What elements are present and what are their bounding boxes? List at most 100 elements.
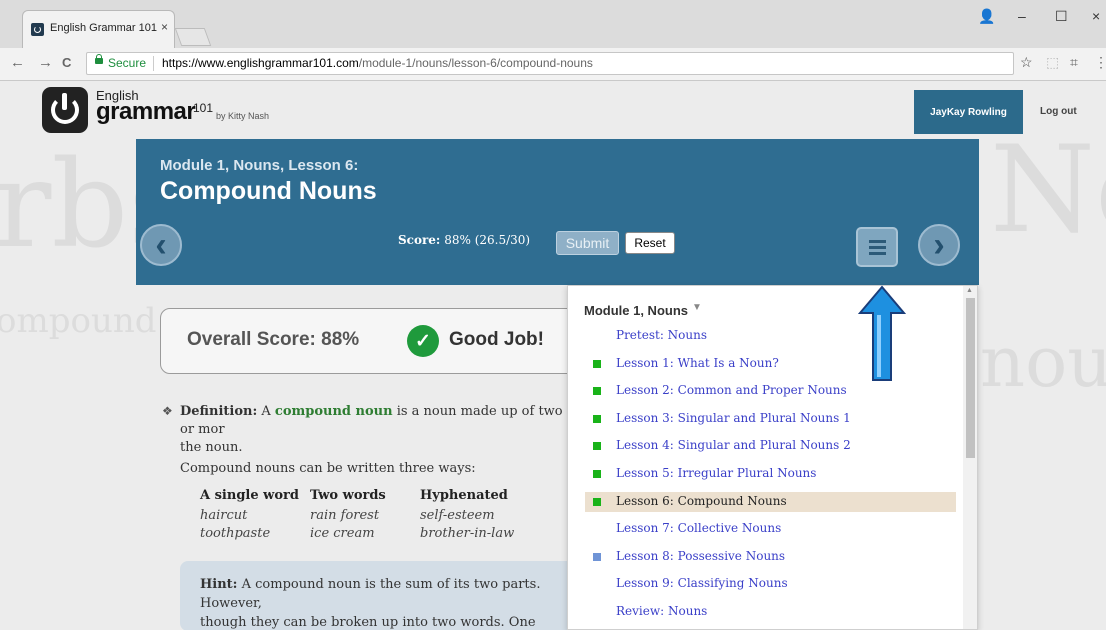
- url-text[interactable]: https://www.englishgrammar101.com/module…: [162, 56, 593, 70]
- forward-button[interactable]: →: [38, 54, 53, 71]
- url-path: /module-1/nouns/lesson-6/compound-nouns: [358, 56, 593, 70]
- hint-box: Hint: A compound noun is the sum of its …: [180, 561, 580, 630]
- address-divider: [153, 56, 154, 71]
- browser-tab[interactable]: English Grammar 101 - N ×: [22, 10, 175, 48]
- definition-label: Definition:: [180, 404, 258, 419]
- maximize-button[interactable]: ☐: [1055, 8, 1068, 25]
- logo-101: 101: [193, 101, 214, 115]
- next-lesson-button[interactable]: ›: [918, 224, 960, 266]
- definition-term: compound noun: [274, 404, 393, 419]
- complete-status-icon: [593, 470, 601, 478]
- example-word: toothpaste: [200, 526, 271, 541]
- browser-tabstrip: English Grammar 101 - N × 👤 – ☐ ×: [0, 0, 1106, 48]
- menu-item-label: Lesson 1: What Is a Noun?: [616, 355, 779, 370]
- background-watermark: ompound: [0, 301, 157, 341]
- ways-header-hyphenated: Hyphenated: [420, 488, 508, 503]
- site-viewport: rbs ompound No nou English grammar 101 b…: [0, 81, 1106, 630]
- ways-intro: Compound nouns can be written three ways…: [180, 461, 476, 476]
- complete-status-icon: [593, 387, 601, 396]
- previous-lesson-button[interactable]: ‹: [140, 224, 182, 266]
- hamburger-icon-line: [869, 246, 886, 249]
- definition-line2: the noun.: [180, 440, 243, 455]
- power-icon-bar: [62, 93, 67, 110]
- menu-item[interactable]: Lesson 9: Classifying Nouns: [585, 574, 956, 594]
- menu-item[interactable]: Lesson 8: Possessive Nouns: [585, 547, 956, 567]
- lesson-menu-button[interactable]: [856, 227, 898, 267]
- example-word: ice cream: [310, 526, 375, 541]
- overall-score-text: Overall Score: 88%: [187, 329, 360, 350]
- lock-icon: [95, 54, 103, 64]
- checkmark-icon: ✓: [407, 325, 439, 357]
- hamburger-icon: [869, 240, 886, 243]
- menu-scrollbar[interactable]: ▲: [963, 286, 977, 629]
- score-readout: Score: 88% (26.5/30): [398, 233, 530, 247]
- lesson-menu-dropdown[interactable]: Module 1, Nouns ▼ Pretest: Nouns Lesson 1…: [567, 285, 978, 630]
- logout-link[interactable]: Log out: [1040, 106, 1077, 117]
- menu-item-label: Lesson 4: Singular and Plural Nouns 2: [616, 438, 851, 453]
- example-word: haircut: [200, 508, 248, 523]
- menu-item[interactable]: Review: Nouns: [585, 602, 956, 622]
- menu-item[interactable]: Lesson 7: Collective Nouns: [585, 519, 956, 539]
- menu-item-label: Lesson 2: Common and Proper Nouns: [616, 383, 847, 398]
- callout-up-arrow-icon: [858, 285, 906, 381]
- bullet-icon: ❖: [162, 404, 173, 418]
- background-watermark: No: [990, 121, 1106, 260]
- tab-close-icon[interactable]: ×: [161, 20, 168, 34]
- score-label: Score:: [398, 233, 441, 247]
- definition-pre: A: [257, 404, 275, 419]
- reload-button[interactable]: C: [62, 55, 71, 70]
- menu-item-label: Lesson 8: Possessive Nouns: [616, 548, 786, 563]
- new-tab-button[interactable]: [174, 28, 212, 46]
- site-logo-icon[interactable]: [42, 87, 88, 133]
- good-job-text: Good Job!: [449, 329, 544, 350]
- menu-item[interactable]: Lesson 6: Compound Nouns: [585, 491, 956, 512]
- menu-item-label: Lesson 7: Collective Nouns: [616, 521, 782, 536]
- hamburger-icon-line: [869, 252, 886, 255]
- ways-header-two: Two words: [310, 488, 386, 503]
- submit-button[interactable]: Submit: [556, 231, 619, 255]
- address-bar[interactable]: Secure https://www.englishgrammar101.com…: [86, 52, 1014, 75]
- hint-label: Hint:: [200, 577, 238, 592]
- menu-item[interactable]: Lesson 2: Common and Proper Nouns: [585, 381, 956, 401]
- scroll-thumb[interactable]: [966, 298, 975, 458]
- background-watermark: nou: [980, 321, 1106, 403]
- menu-item-label: Lesson 9: Classifying Nouns: [616, 576, 788, 591]
- pdf-extension-icon[interactable]: ⬚: [1046, 54, 1059, 71]
- complete-status-icon: [593, 359, 601, 368]
- hint-line1: A compound noun is the sum of its two pa…: [200, 577, 541, 611]
- back-button[interactable]: ←: [10, 54, 25, 71]
- complete-status-icon: [593, 442, 601, 451]
- menu-item[interactable]: Lesson 4: Singular and Plural Nouns 2: [585, 436, 956, 456]
- menu-module-heading[interactable]: Module 1, Nouns: [584, 303, 688, 318]
- lesson-header-panel: Module 1, Nouns, Lesson 6: Compound Noun…: [136, 139, 979, 285]
- lesson-title: Compound Nouns: [160, 177, 377, 205]
- logo-byline: by Kitty Nash: [216, 111, 270, 121]
- in-progress-status-icon: [593, 552, 601, 561]
- definition-text: Definition: A compound noun is a noun ma…: [180, 403, 570, 457]
- reset-button[interactable]: Reset: [625, 232, 675, 254]
- tab-title: English Grammar 101 - N: [50, 22, 158, 34]
- browser-menu-icon[interactable]: ⋮: [1094, 54, 1106, 71]
- browser-toolbar: ← → C Secure https://www.englishgrammar1…: [0, 48, 1106, 81]
- profile-icon[interactable]: 👤: [978, 8, 995, 25]
- minimize-button[interactable]: –: [1018, 8, 1026, 24]
- bookmark-star-icon[interactable]: ☆: [1020, 54, 1033, 71]
- user-account-button[interactable]: JayKay Rowling: [914, 90, 1023, 134]
- menu-item[interactable]: Lesson 5: Irregular Plural Nouns: [585, 464, 956, 484]
- menu-item-label: Review: Nouns: [616, 604, 708, 618]
- score-value: 88% (26.5/30): [444, 233, 531, 247]
- hint-text: Hint: A compound noun is the sum of its …: [200, 575, 580, 630]
- menu-item-label: Lesson 3: Singular and Plural Nouns 1: [616, 410, 851, 425]
- hint-line2: though they can be broken up into two wo…: [200, 615, 536, 630]
- menu-item[interactable]: Lesson 3: Singular and Plural Nouns 1: [585, 409, 956, 429]
- menu-item-label: Lesson 5: Irregular Plural Nouns: [616, 466, 817, 480]
- scroll-up-icon[interactable]: ▲: [966, 287, 973, 294]
- close-window-button[interactable]: ×: [1092, 8, 1100, 24]
- cast-icon[interactable]: ⌗: [1070, 54, 1078, 71]
- menu-item-label: Pretest: Nouns: [616, 328, 708, 342]
- url-host: https://www.englishgrammar101.com: [162, 56, 359, 70]
- caret-down-icon[interactable]: ▼: [692, 302, 702, 313]
- module-line: Module 1, Nouns, Lesson 6:: [160, 157, 359, 174]
- overall-score-box: Overall Score: 88% ✓ Good Job!: [160, 308, 580, 374]
- site-favicon-icon: [31, 23, 44, 36]
